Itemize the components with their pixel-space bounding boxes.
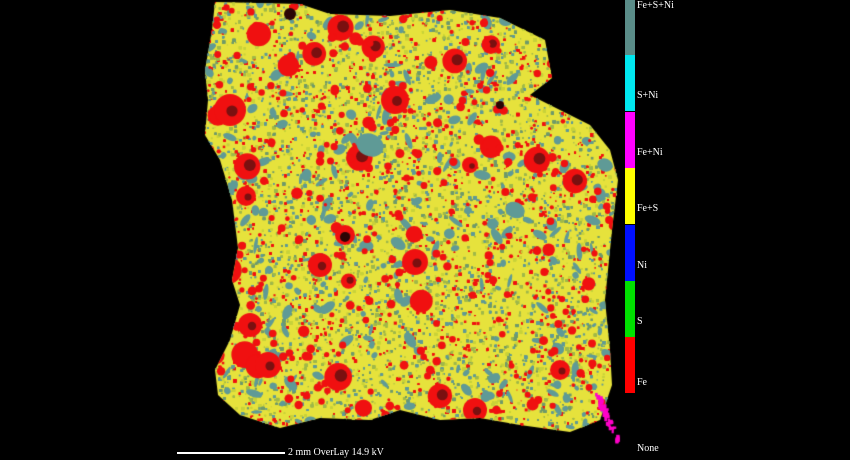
element-overlay-map bbox=[0, 0, 850, 460]
legend-label-fe-s-ni: Fe+S+Ni bbox=[637, 0, 674, 11]
legend-swatch-s bbox=[625, 281, 635, 337]
legend-swatch-ni bbox=[625, 225, 635, 281]
scale-bar bbox=[177, 452, 285, 454]
scale-label: 2 mm OverLay 14.9 kV bbox=[288, 447, 384, 458]
legend-label-fe-ni: Fe+Ni bbox=[637, 147, 663, 158]
element-map-viewer: Fe+S+Ni S+Ni Fe+Ni Fe+S Ni S Fe 2 mm OverLay 1… bbox=[0, 0, 850, 460]
legend-label-ni: Ni bbox=[637, 260, 647, 271]
legend-swatch-fe-s-ni bbox=[625, 0, 635, 56]
legend-swatch-fe-s bbox=[625, 168, 635, 224]
legend-swatch-s-ni bbox=[625, 55, 635, 111]
legend-swatch-fe-ni bbox=[625, 112, 635, 168]
legend-label-s: S bbox=[637, 316, 643, 327]
legend-swatch-fe bbox=[625, 337, 635, 393]
legend-label-s-ni: S+Ni bbox=[637, 90, 659, 101]
legend-label-fe: Fe bbox=[637, 377, 647, 388]
legend-none-label: None bbox=[637, 443, 659, 454]
legend-label-fe-s: Fe+S bbox=[637, 203, 659, 214]
